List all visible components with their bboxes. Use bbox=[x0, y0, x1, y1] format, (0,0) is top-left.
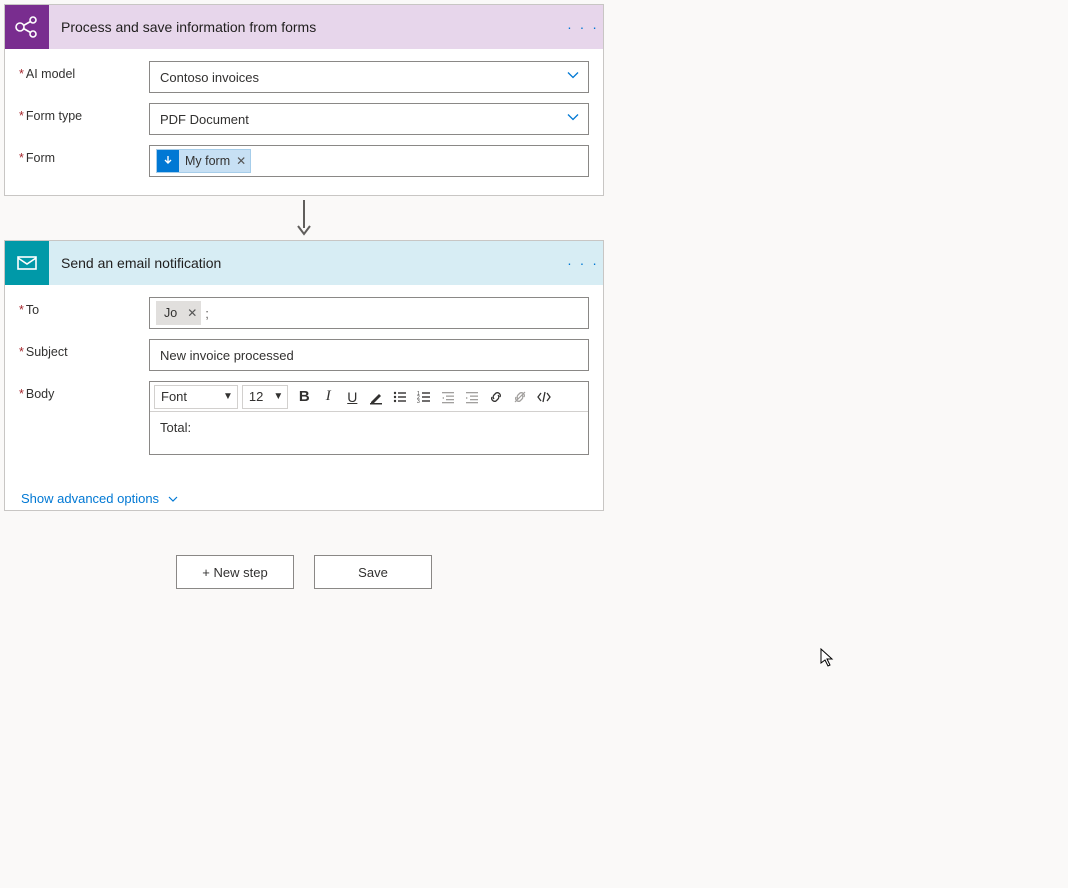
link-button[interactable] bbox=[484, 385, 508, 409]
form-input[interactable]: My form ✕ bbox=[149, 145, 589, 177]
field-ai-model: *AI model Contoso invoices bbox=[19, 61, 589, 93]
bold-button[interactable]: B bbox=[292, 385, 316, 409]
to-label: *To bbox=[19, 297, 149, 317]
step-send-email: Send an email notification · · · *To Jo … bbox=[4, 240, 604, 511]
dropdown-icon: ▼ bbox=[219, 391, 237, 402]
outdent-button[interactable] bbox=[436, 385, 460, 409]
unlink-button[interactable] bbox=[508, 385, 532, 409]
body-content[interactable]: Total: bbox=[150, 412, 588, 454]
italic-button[interactable]: I bbox=[316, 385, 340, 409]
remove-pill-icon[interactable]: ✕ bbox=[187, 306, 197, 320]
action-buttons: + New step Save bbox=[4, 555, 604, 589]
step1-header[interactable]: Process and save information from forms … bbox=[5, 5, 603, 49]
dropdown-icon: ▼ bbox=[269, 391, 287, 402]
chevron-down-icon bbox=[167, 493, 179, 505]
new-step-button[interactable]: + New step bbox=[176, 555, 294, 589]
step2-title: Send an email notification bbox=[49, 255, 563, 271]
to-separator: ; bbox=[205, 306, 209, 321]
show-advanced-options[interactable]: Show advanced options bbox=[5, 483, 193, 510]
form-token: My form ✕ bbox=[156, 149, 251, 173]
subject-label: *Subject bbox=[19, 339, 149, 359]
ai-builder-icon bbox=[5, 5, 49, 49]
mouse-cursor-icon bbox=[820, 648, 836, 668]
font-family-select[interactable]: Font ▼ bbox=[154, 385, 238, 409]
bullet-list-button[interactable] bbox=[388, 385, 412, 409]
font-size-select[interactable]: 12 ▼ bbox=[242, 385, 288, 409]
step2-menu-button[interactable]: · · · bbox=[563, 255, 603, 271]
to-input[interactable]: Jo ✕ ; bbox=[149, 297, 589, 329]
step1-title: Process and save information from forms bbox=[49, 19, 563, 35]
step-process-forms: Process and save information from forms … bbox=[4, 4, 604, 196]
attachment-icon bbox=[157, 150, 179, 172]
flow-arrow bbox=[4, 196, 604, 240]
subject-input[interactable]: New invoice processed bbox=[149, 339, 589, 371]
mail-icon bbox=[5, 241, 49, 285]
number-list-button[interactable]: 123 bbox=[412, 385, 436, 409]
field-to: *To Jo ✕ ; bbox=[19, 297, 589, 329]
form-type-select[interactable]: PDF Document bbox=[149, 103, 589, 135]
svg-text:3: 3 bbox=[417, 399, 420, 405]
step1-menu-button[interactable]: · · · bbox=[563, 19, 603, 35]
form-label: *Form bbox=[19, 145, 149, 165]
font-color-button[interactable] bbox=[364, 385, 388, 409]
step2-header[interactable]: Send an email notification · · · bbox=[5, 241, 603, 285]
form-type-value: PDF Document bbox=[160, 112, 249, 127]
field-body: *Body Font ▼ 12 ▼ B I U bbox=[19, 381, 589, 455]
field-form-type: *Form type PDF Document bbox=[19, 103, 589, 135]
field-subject: *Subject New invoice processed bbox=[19, 339, 589, 371]
field-form: *Form My form ✕ bbox=[19, 145, 589, 177]
chevron-down-icon bbox=[566, 69, 580, 86]
save-button[interactable]: Save bbox=[314, 555, 432, 589]
indent-button[interactable] bbox=[460, 385, 484, 409]
subject-value: New invoice processed bbox=[160, 348, 294, 363]
form-type-label: *Form type bbox=[19, 103, 149, 123]
editor-toolbar: Font ▼ 12 ▼ B I U bbox=[150, 382, 588, 412]
ai-model-select[interactable]: Contoso invoices bbox=[149, 61, 589, 93]
code-view-button[interactable] bbox=[532, 385, 556, 409]
step2-body: *To Jo ✕ ; *Subject New invoice processe… bbox=[5, 285, 603, 483]
body-label: *Body bbox=[19, 381, 149, 401]
ai-model-label: *AI model bbox=[19, 61, 149, 81]
step1-body: *AI model Contoso invoices *Form type PD… bbox=[5, 49, 603, 195]
body-editor: Font ▼ 12 ▼ B I U bbox=[149, 381, 589, 455]
form-token-label: My form bbox=[185, 154, 230, 168]
to-pill: Jo ✕ bbox=[156, 301, 201, 325]
underline-button[interactable]: U bbox=[340, 385, 364, 409]
chevron-down-icon bbox=[566, 111, 580, 128]
ai-model-value: Contoso invoices bbox=[160, 70, 259, 85]
remove-token-icon[interactable]: ✕ bbox=[236, 154, 246, 168]
to-pill-label: Jo bbox=[164, 306, 177, 320]
